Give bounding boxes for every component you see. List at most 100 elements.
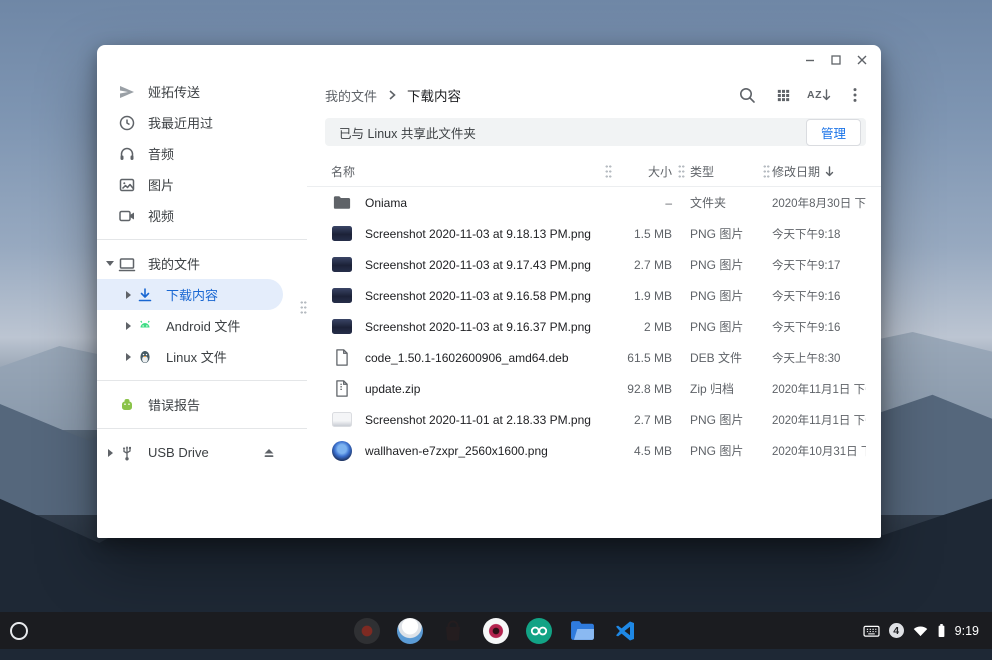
column-resize-handle[interactable]	[678, 164, 685, 178]
sidebar-item-downloads[interactable]: 下载内容	[97, 279, 283, 310]
file-size: 2.7 MB	[614, 258, 672, 272]
thumb-dark-icon	[331, 319, 353, 334]
zip-icon	[331, 380, 353, 397]
grid-view-button[interactable]	[767, 79, 799, 111]
file-size: 61.5 MB	[614, 351, 672, 365]
column-resize-handle[interactable]	[605, 164, 612, 178]
table-row[interactable]: Screenshot 2020-11-01 at 2.18.33 PM.png …	[307, 404, 881, 435]
file-date: 今天下午9:16	[772, 288, 866, 304]
thumb-dark-icon	[331, 226, 353, 241]
dark-red-dot-app-icon[interactable]	[354, 618, 380, 644]
manage-button[interactable]: 管理	[806, 119, 861, 146]
clock-label: 9:19	[955, 624, 979, 638]
sidebar-item-label: 错误报告	[148, 395, 200, 414]
sidebar-item-images[interactable]: 图片	[97, 169, 307, 200]
chevron-right-icon[interactable]	[122, 353, 134, 361]
sidebar-item-transfer[interactable]: 娅拓传送	[97, 76, 307, 107]
breadcrumb-my-files[interactable]: 我的文件	[325, 86, 377, 105]
file-date: 2020年11月1日 下午…	[772, 412, 866, 428]
launcher-button[interactable]	[10, 622, 28, 640]
sidebar-item-label: USB Drive	[148, 445, 209, 460]
minimize-button[interactable]	[797, 48, 823, 72]
file-date: 今天下午9:17	[772, 257, 866, 273]
sidebar-item-audio[interactable]: 音频	[97, 138, 307, 169]
file-type: PNG 图片	[690, 411, 760, 428]
file-date: 今天下午9:18	[772, 226, 866, 242]
sidebar-item-linux-files[interactable]: Linux 文件	[97, 341, 307, 372]
file-date: 2020年10月31日 下…	[772, 443, 866, 459]
maximize-button[interactable]	[823, 48, 849, 72]
usb-icon	[118, 444, 136, 462]
file-type: PNG 图片	[690, 318, 760, 335]
sidebar-item-android-files[interactable]: Android 文件	[97, 310, 307, 341]
thumb-light-icon	[331, 412, 353, 427]
file-name: Screenshot 2020-11-03 at 9.17.43 PM.png	[365, 258, 591, 272]
close-button[interactable]	[849, 48, 875, 72]
table-row[interactable]: update.zip 92.8 MB Zip 归档 2020年11月1日 下午…	[307, 373, 881, 404]
penguin-icon	[136, 348, 154, 366]
clock-icon	[118, 114, 136, 132]
browser-app-icon[interactable]	[397, 618, 423, 644]
file-size: 2 MB	[614, 320, 672, 334]
sidebar-item-recent[interactable]: 我最近用过	[97, 107, 307, 138]
table-row[interactable]: code_1.50.1-1602600906_amd64.deb 61.5 MB…	[307, 342, 881, 373]
file-name: Screenshot 2020-11-01 at 2.18.33 PM.png	[365, 413, 591, 427]
send-icon	[118, 83, 136, 101]
shopping-bag-app-icon[interactable]	[440, 618, 466, 644]
sidebar-item-my-files[interactable]: 我的文件	[97, 248, 307, 279]
sidebar-item-label: 我的文件	[148, 254, 200, 273]
window-titlebar[interactable]	[97, 45, 881, 75]
sidebar-item-label: 图片	[148, 175, 174, 194]
headset-icon	[118, 145, 136, 163]
file-type: PNG 图片	[690, 256, 760, 273]
toolbar: 我的文件 下载内容 AZ	[307, 75, 881, 115]
download-icon	[136, 286, 154, 304]
sidebar-item-label: 下载内容	[166, 285, 218, 304]
sidebar-item-usb-drive[interactable]: USB Drive	[97, 437, 307, 468]
sidebar-item-error-report[interactable]: 错误报告	[97, 389, 307, 420]
column-resize-handle[interactable]	[763, 164, 770, 178]
chevron-down-icon[interactable]	[104, 261, 116, 266]
thumb-dark-icon	[331, 257, 353, 272]
file-size: 1.9 MB	[614, 289, 672, 303]
sidebar-item-label: 我最近用过	[148, 113, 213, 132]
sidebar-item-label: 视频	[148, 206, 174, 225]
sidebar-item-label: 音频	[148, 144, 174, 163]
table-row[interactable]: Screenshot 2020-11-03 at 9.16.37 PM.png …	[307, 311, 881, 342]
table-row[interactable]: Screenshot 2020-11-03 at 9.18.13 PM.png …	[307, 218, 881, 249]
teal-loop-app-icon[interactable]	[526, 618, 552, 644]
sidebar-divider	[97, 239, 307, 240]
chevron-right-icon[interactable]	[122, 322, 134, 330]
sidebar-divider	[97, 380, 307, 381]
lens-app-icon[interactable]	[483, 618, 509, 644]
table-row[interactable]: Screenshot 2020-11-03 at 9.16.58 PM.png …	[307, 280, 881, 311]
header-size[interactable]: 大小	[614, 163, 672, 180]
file-date: 今天下午9:16	[772, 319, 866, 335]
bug-report-icon	[118, 396, 136, 414]
table-row[interactable]: Oniama – 文件夹 2020年8月30日 下午…	[307, 187, 881, 218]
file-date: 2020年11月1日 下午…	[772, 381, 866, 397]
file-size: 1.5 MB	[614, 227, 672, 241]
eject-icon[interactable]	[261, 445, 277, 464]
table-row[interactable]: wallhaven-e7zxpr_2560x1600.png 4.5 MB PN…	[307, 435, 881, 466]
header-name[interactable]: 名称	[331, 163, 355, 180]
chevron-right-icon[interactable]	[104, 449, 116, 457]
header-type[interactable]: 类型	[690, 163, 760, 180]
sidebar-item-label: Linux 文件	[166, 347, 227, 366]
vscode-app-icon[interactable]	[612, 618, 638, 644]
folder-icon	[331, 195, 353, 210]
header-date[interactable]: 修改日期	[772, 163, 820, 180]
files-app-icon[interactable]	[569, 618, 595, 644]
file-size: 2.7 MB	[614, 413, 672, 427]
image-icon	[118, 176, 136, 194]
file-name: Oniama	[365, 196, 407, 210]
file-size: –	[614, 196, 672, 210]
sort-button[interactable]: AZ	[803, 79, 835, 111]
sidebar-item-videos[interactable]: 视频	[97, 200, 307, 231]
table-row[interactable]: Screenshot 2020-11-03 at 9.17.43 PM.png …	[307, 249, 881, 280]
status-area[interactable]: 4 9:19	[859, 612, 983, 649]
sidebar-resize-handle[interactable]	[300, 300, 307, 314]
more-menu-button[interactable]	[839, 79, 871, 111]
chevron-right-icon[interactable]	[122, 291, 134, 299]
search-button[interactable]	[731, 79, 763, 111]
